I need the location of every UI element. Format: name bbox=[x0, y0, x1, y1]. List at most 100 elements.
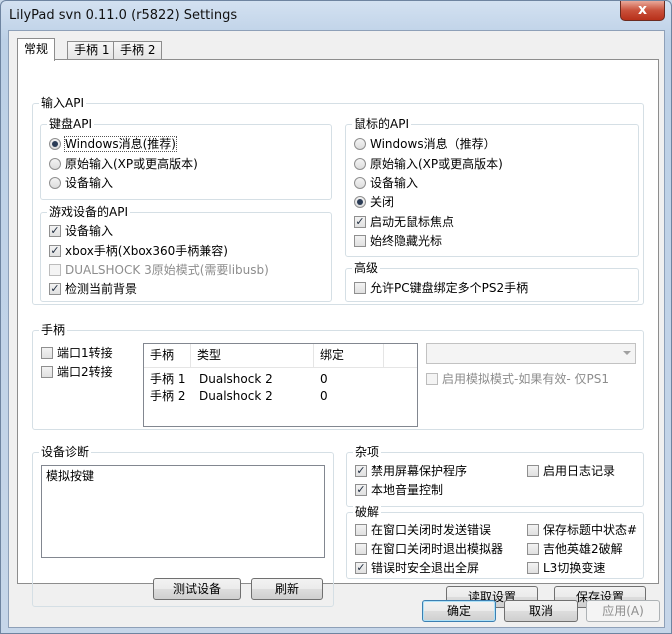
col-header-bind[interactable]: 绑定 bbox=[314, 344, 384, 367]
col-header-type[interactable]: 类型 bbox=[191, 344, 314, 367]
pad-list[interactable]: 手柄 类型 绑定 手柄 1 Dualshock 2 0 手柄 2 Dualsho… bbox=[143, 343, 418, 427]
mouse-dinput-radio[interactable]: 设备输入 bbox=[354, 175, 418, 191]
multi-ps2-check[interactable]: 允许PC键盘绑定多个PS2手柄 bbox=[354, 280, 528, 296]
mouse-option-label: 设备输入 bbox=[370, 176, 419, 190]
kb-option-label: 设备输入 bbox=[65, 176, 114, 190]
device-diag-group: 设备诊断 模拟按键 测试设备 刷新 bbox=[32, 445, 334, 607]
mouse-api-label: 鼠标的API bbox=[352, 117, 411, 131]
checkbox-icon bbox=[527, 562, 539, 574]
enable-logging-check[interactable]: 启用日志记录 bbox=[527, 463, 615, 479]
mouse-nofocus-check[interactable]: ✓ 启动无鼠标焦点 bbox=[354, 214, 454, 230]
hack-check-label: 保存标题中状态# bbox=[543, 523, 638, 537]
checkbox-checked-icon: ✓ bbox=[355, 464, 367, 477]
misc-label: 杂项 bbox=[353, 445, 382, 459]
l3-speed-toggle-check[interactable]: L3切换变速 bbox=[527, 560, 605, 576]
device-diag-label: 设备诊断 bbox=[39, 445, 92, 459]
list-item[interactable]: 模拟按键 bbox=[46, 468, 94, 484]
tab-pad1[interactable]: 手柄 1 bbox=[67, 41, 117, 60]
mouse-option-label: 关闭 bbox=[370, 195, 395, 209]
hack-check-label: 在窗口关闭时发送错误 bbox=[371, 523, 492, 537]
apply-button: 应用(A) bbox=[586, 600, 660, 622]
checkbox-checked-icon: ✓ bbox=[49, 224, 61, 237]
input-api-group: 输入API 键盘API Windows消息(推荐) 原始输入(XP或更高版本) … bbox=[32, 96, 644, 305]
tab-pad2[interactable]: 手柄 2 bbox=[113, 41, 163, 60]
disable-screensaver-check[interactable]: ✓ 禁用屏幕保护程序 bbox=[355, 463, 467, 479]
hack-check-label: L3切换变速 bbox=[543, 561, 606, 575]
hacks-label: 破解 bbox=[353, 505, 382, 519]
kb-option-label: Windows消息(推荐) bbox=[64, 136, 177, 152]
gd-option-label: 设备输入 bbox=[65, 224, 114, 238]
close-button[interactable]: x bbox=[620, 1, 665, 21]
close-icon: x bbox=[637, 2, 648, 18]
settings-window: LilyPad svn 0.11.0 (r5822) Settings x 常规… bbox=[0, 0, 672, 634]
kb-option-label: 原始输入(XP或更高版本) bbox=[65, 157, 198, 171]
hacks-group: 破解 在窗口关闭时发送错误 保存标题中状态# 在窗口关闭时退出模拟器 吉他英雄2… bbox=[346, 505, 644, 579]
gd-ds3-check: DUALSHOCK 3原始模式(需要libusb) bbox=[49, 262, 269, 278]
title-bar[interactable]: LilyPad svn 0.11.0 (r5822) Settings x bbox=[1, 1, 671, 31]
save-state-in-title-check[interactable]: 保存标题中状态# bbox=[527, 522, 637, 538]
exit-emu-on-close-check[interactable]: 在窗口关闭时退出模拟器 bbox=[355, 541, 503, 557]
checkbox-checked-icon: ✓ bbox=[49, 282, 61, 295]
mouse-hidecursor-check[interactable]: 始终隐藏光标 bbox=[354, 233, 442, 249]
pad-type-combo bbox=[426, 343, 636, 364]
cell-bind: 0 bbox=[320, 389, 328, 403]
radio-selected-icon bbox=[354, 196, 366, 208]
radio-icon bbox=[354, 158, 366, 170]
kb-raw-radio[interactable]: 原始输入(XP或更高版本) bbox=[49, 156, 198, 172]
hack-check-label: 在窗口关闭时退出模拟器 bbox=[371, 542, 504, 556]
radio-icon bbox=[354, 138, 366, 150]
checkbox-icon bbox=[527, 524, 539, 536]
ok-button[interactable]: 确定 bbox=[422, 600, 496, 622]
radio-icon bbox=[49, 158, 61, 170]
cell-type: Dualshock 2 bbox=[199, 372, 273, 386]
tab-general[interactable]: 常规 bbox=[17, 38, 56, 61]
hack-check-label: 吉他英雄2破解 bbox=[543, 542, 623, 556]
tab-panel-general: 输入API 键盘API Windows消息(推荐) 原始输入(XP或更高版本) … bbox=[17, 59, 659, 608]
gd-dinput-check[interactable]: ✓ 设备输入 bbox=[49, 223, 113, 239]
pad-list-header: 手柄 类型 绑定 bbox=[144, 344, 417, 368]
cell-pad: 手柄 2 bbox=[150, 389, 186, 403]
send-error-on-close-check[interactable]: 在窗口关闭时发送错误 bbox=[355, 522, 491, 538]
checkbox-icon bbox=[527, 465, 539, 477]
mouse-off-radio[interactable]: 关闭 bbox=[354, 194, 394, 210]
checkbox-icon bbox=[41, 366, 53, 378]
checkbox-checked-icon: ✓ bbox=[49, 244, 61, 257]
mouse-windows-radio[interactable]: Windows消息（推荐） bbox=[354, 136, 496, 152]
mouse-api-group: 鼠标的API Windows消息（推荐） 原始输入(XP或更高版本) 设备输入 … bbox=[345, 117, 639, 257]
checkbox-checked-icon: ✓ bbox=[354, 215, 366, 228]
emu-mode-label: 启用模拟模式-如果有效- 仅PS1 bbox=[442, 372, 609, 386]
pads-group: 手柄 端口1转接 端口2转接 手柄 类型 绑定 手柄 1 Dualshock 2… bbox=[32, 323, 644, 430]
safe-exit-fullscreen-check[interactable]: ✓ 错误时安全退出全屏 bbox=[355, 560, 479, 576]
kb-dinput-radio[interactable]: 设备输入 bbox=[49, 175, 113, 191]
guitar-hero-hack-check[interactable]: 吉他英雄2破解 bbox=[527, 541, 623, 557]
window-title: LilyPad svn 0.11.0 (r5822) Settings bbox=[9, 8, 238, 23]
gd-xinput-check[interactable]: ✓ xbox手柄(Xbox360手柄兼容) bbox=[49, 243, 228, 259]
misc-group: 杂项 ✓ 禁用屏幕保护程序 启用日志记录 ✓ 本地音量控制 bbox=[346, 445, 644, 507]
mouse-option-label: 原始输入(XP或更高版本) bbox=[370, 157, 503, 171]
port2-multitap-check[interactable]: 端口2转接 bbox=[41, 364, 113, 380]
refresh-button[interactable]: 刷新 bbox=[251, 578, 323, 600]
checkbox-icon bbox=[354, 235, 366, 247]
mouse-check-label: 始终隐藏光标 bbox=[370, 234, 443, 248]
cell-bind: 0 bbox=[320, 372, 328, 386]
device-list[interactable]: 模拟按键 bbox=[41, 465, 325, 558]
checkbox-icon bbox=[354, 282, 366, 294]
gd-option-label: DUALSHOCK 3原始模式(需要libusb) bbox=[65, 263, 269, 277]
emu-mode-check: 启用模拟模式-如果有效- 仅PS1 bbox=[426, 371, 609, 387]
cell-pad: 手柄 1 bbox=[150, 372, 186, 386]
kb-windows-radio[interactable]: Windows消息(推荐) bbox=[49, 136, 177, 152]
test-device-button[interactable]: 测试设备 bbox=[153, 578, 241, 600]
cancel-button[interactable]: 取消 bbox=[504, 600, 578, 622]
radio-icon bbox=[49, 177, 61, 189]
cell-type: Dualshock 2 bbox=[199, 389, 273, 403]
advanced-check-label: 允许PC键盘绑定多个PS2手柄 bbox=[370, 281, 529, 295]
misc-check-label: 本地音量控制 bbox=[371, 483, 444, 497]
gd-background-check[interactable]: ✓ 检测当前背景 bbox=[49, 281, 137, 297]
mouse-raw-radio[interactable]: 原始输入(XP或更高版本) bbox=[354, 156, 503, 172]
col-header-pad[interactable]: 手柄 bbox=[144, 344, 191, 367]
port1-multitap-check[interactable]: 端口1转接 bbox=[41, 345, 113, 361]
input-api-label: 输入API bbox=[39, 96, 86, 110]
local-volume-check[interactable]: ✓ 本地音量控制 bbox=[355, 482, 443, 498]
misc-check-label: 禁用屏幕保护程序 bbox=[371, 464, 468, 478]
gd-option-label: xbox手柄(Xbox360手柄兼容) bbox=[65, 244, 228, 258]
